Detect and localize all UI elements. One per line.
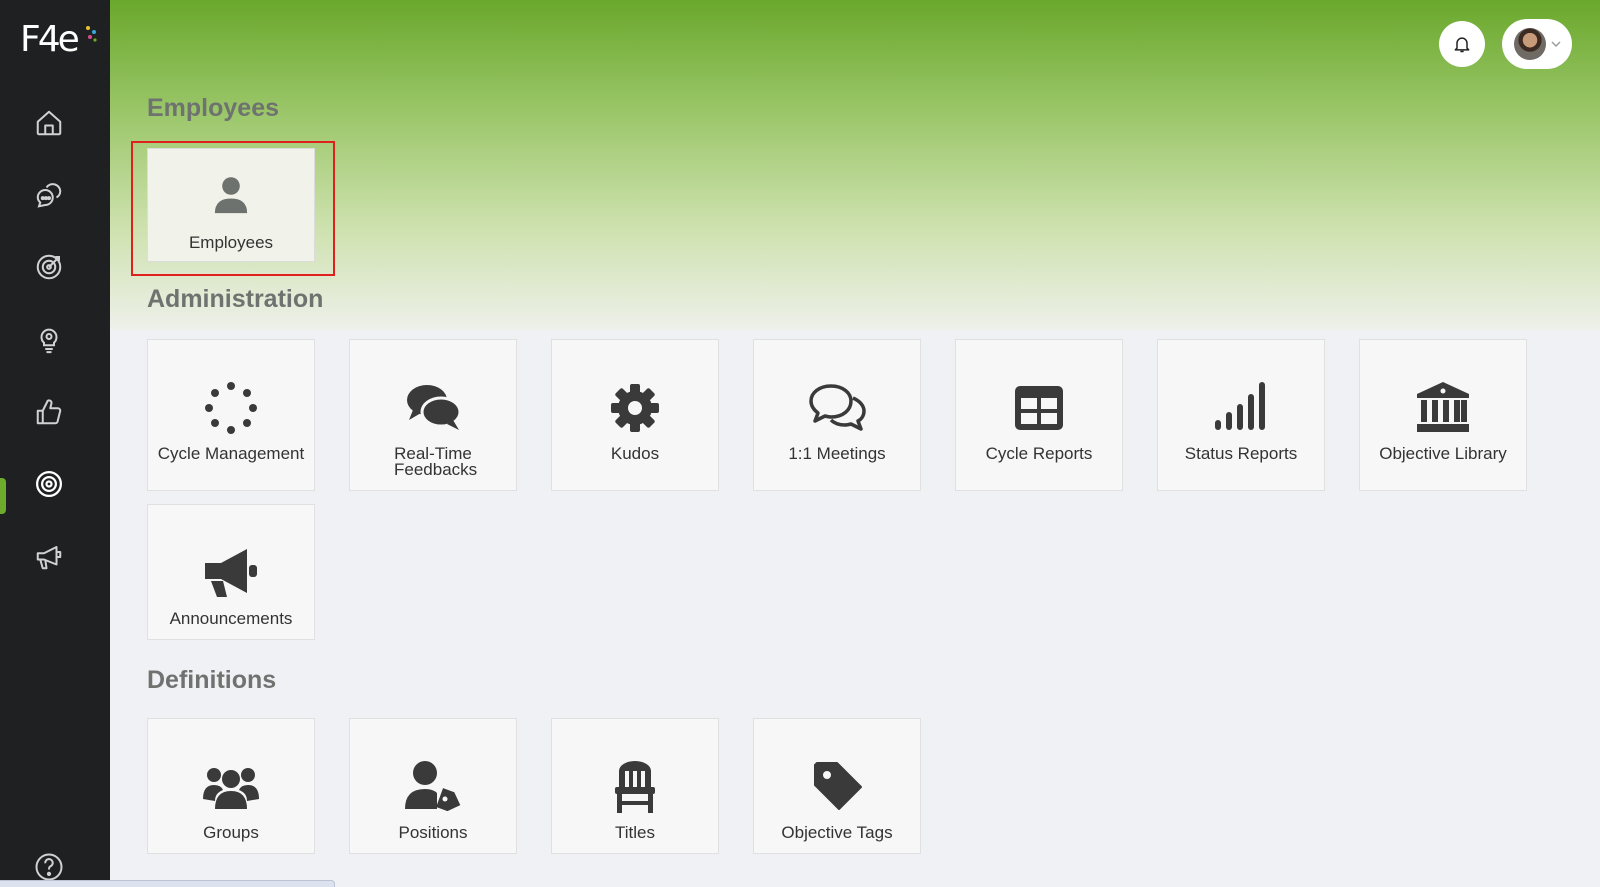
sidebar: F4e [0,0,110,887]
logo-dots-icon [86,26,97,42]
question-icon [35,853,63,881]
tile-1-1-meetings[interactable]: 1:1 Meetings [753,339,921,491]
tile-label: Real-Time Feedbacks [394,444,478,479]
target-icon [36,254,62,280]
section-title-administration: Administration [147,285,324,313]
tile-announcements[interactable]: Announcements [147,504,315,640]
lightbulb-icon [40,328,58,354]
profile-menu-button[interactable] [1502,19,1572,69]
home-icon [36,110,62,136]
tile-label: Employees [188,233,274,252]
active-indicator [0,478,6,514]
tile-kudos[interactable]: Kudos [551,339,719,491]
tile-titles[interactable]: Titles [551,718,719,854]
chevron-down-icon [1551,41,1561,47]
tile-label: Announcements [169,609,293,628]
status-bar [0,880,335,887]
tile-cycle-reports[interactable]: Cycle Reports [955,339,1123,491]
user-tag-icon [405,761,461,812]
tile-label: Kudos [610,444,660,463]
comments-icon [407,385,462,430]
megaphone-icon [36,546,62,570]
sidebar-item-feedback[interactable] [30,176,68,214]
avatar [1514,28,1546,60]
bell-icon [1454,37,1470,53]
section-title-definitions: Definitions [147,666,277,694]
tile-cycle-management[interactable]: Cycle Management [147,339,315,491]
chat-icon [36,183,62,208]
bullhorn-icon [205,549,257,597]
comments-outline-icon [809,384,866,431]
signal-icon [1215,382,1265,430]
bank-icon [1417,382,1469,432]
tile-label: Objective Tags [781,823,893,842]
sidebar-item-objectives[interactable] [30,248,68,286]
user-icon [214,177,248,214]
sidebar-item-kudos[interactable] [30,393,68,431]
settings-icon [36,471,62,497]
tile-label: Status Reports [1184,444,1298,463]
users-icon [203,768,259,809]
chair-icon [615,761,655,813]
tile-label: Cycle Management [157,444,305,463]
tile-label: Cycle Reports [985,444,1093,463]
tile-groups[interactable]: Groups [147,718,315,854]
table-icon [1015,386,1063,430]
tag-icon [814,762,862,810]
section-title-employees: Employees [147,94,280,122]
sidebar-item-settings[interactable] [30,465,68,503]
tile-objective-tags[interactable]: Objective Tags [753,718,921,854]
tile-employees[interactable]: Employees [147,148,315,262]
tile-label: 1:1 Meetings [788,444,886,463]
tile-real-time-feedbacks[interactable]: Real-Time Feedbacks [349,339,517,491]
sidebar-item-home[interactable] [30,104,68,142]
main-content: Employees Employees Administration Cycle… [110,0,1600,887]
tile-positions[interactable]: Positions [349,718,517,854]
tile-label: Positions [398,823,468,842]
spinner-icon [205,382,257,434]
notifications-button[interactable] [1439,21,1485,67]
sidebar-item-announcements[interactable] [30,538,68,576]
tile-label: Groups [203,823,259,842]
tile-label: Titles [615,823,655,842]
tile-objective-library[interactable]: Objective Library [1359,339,1527,491]
tile-label: Objective Library [1379,444,1507,463]
tile-status-reports[interactable]: Status Reports [1157,339,1325,491]
gear-icon [611,384,659,432]
sidebar-item-ideas[interactable] [30,320,68,358]
thumbs-up-icon [36,399,62,425]
